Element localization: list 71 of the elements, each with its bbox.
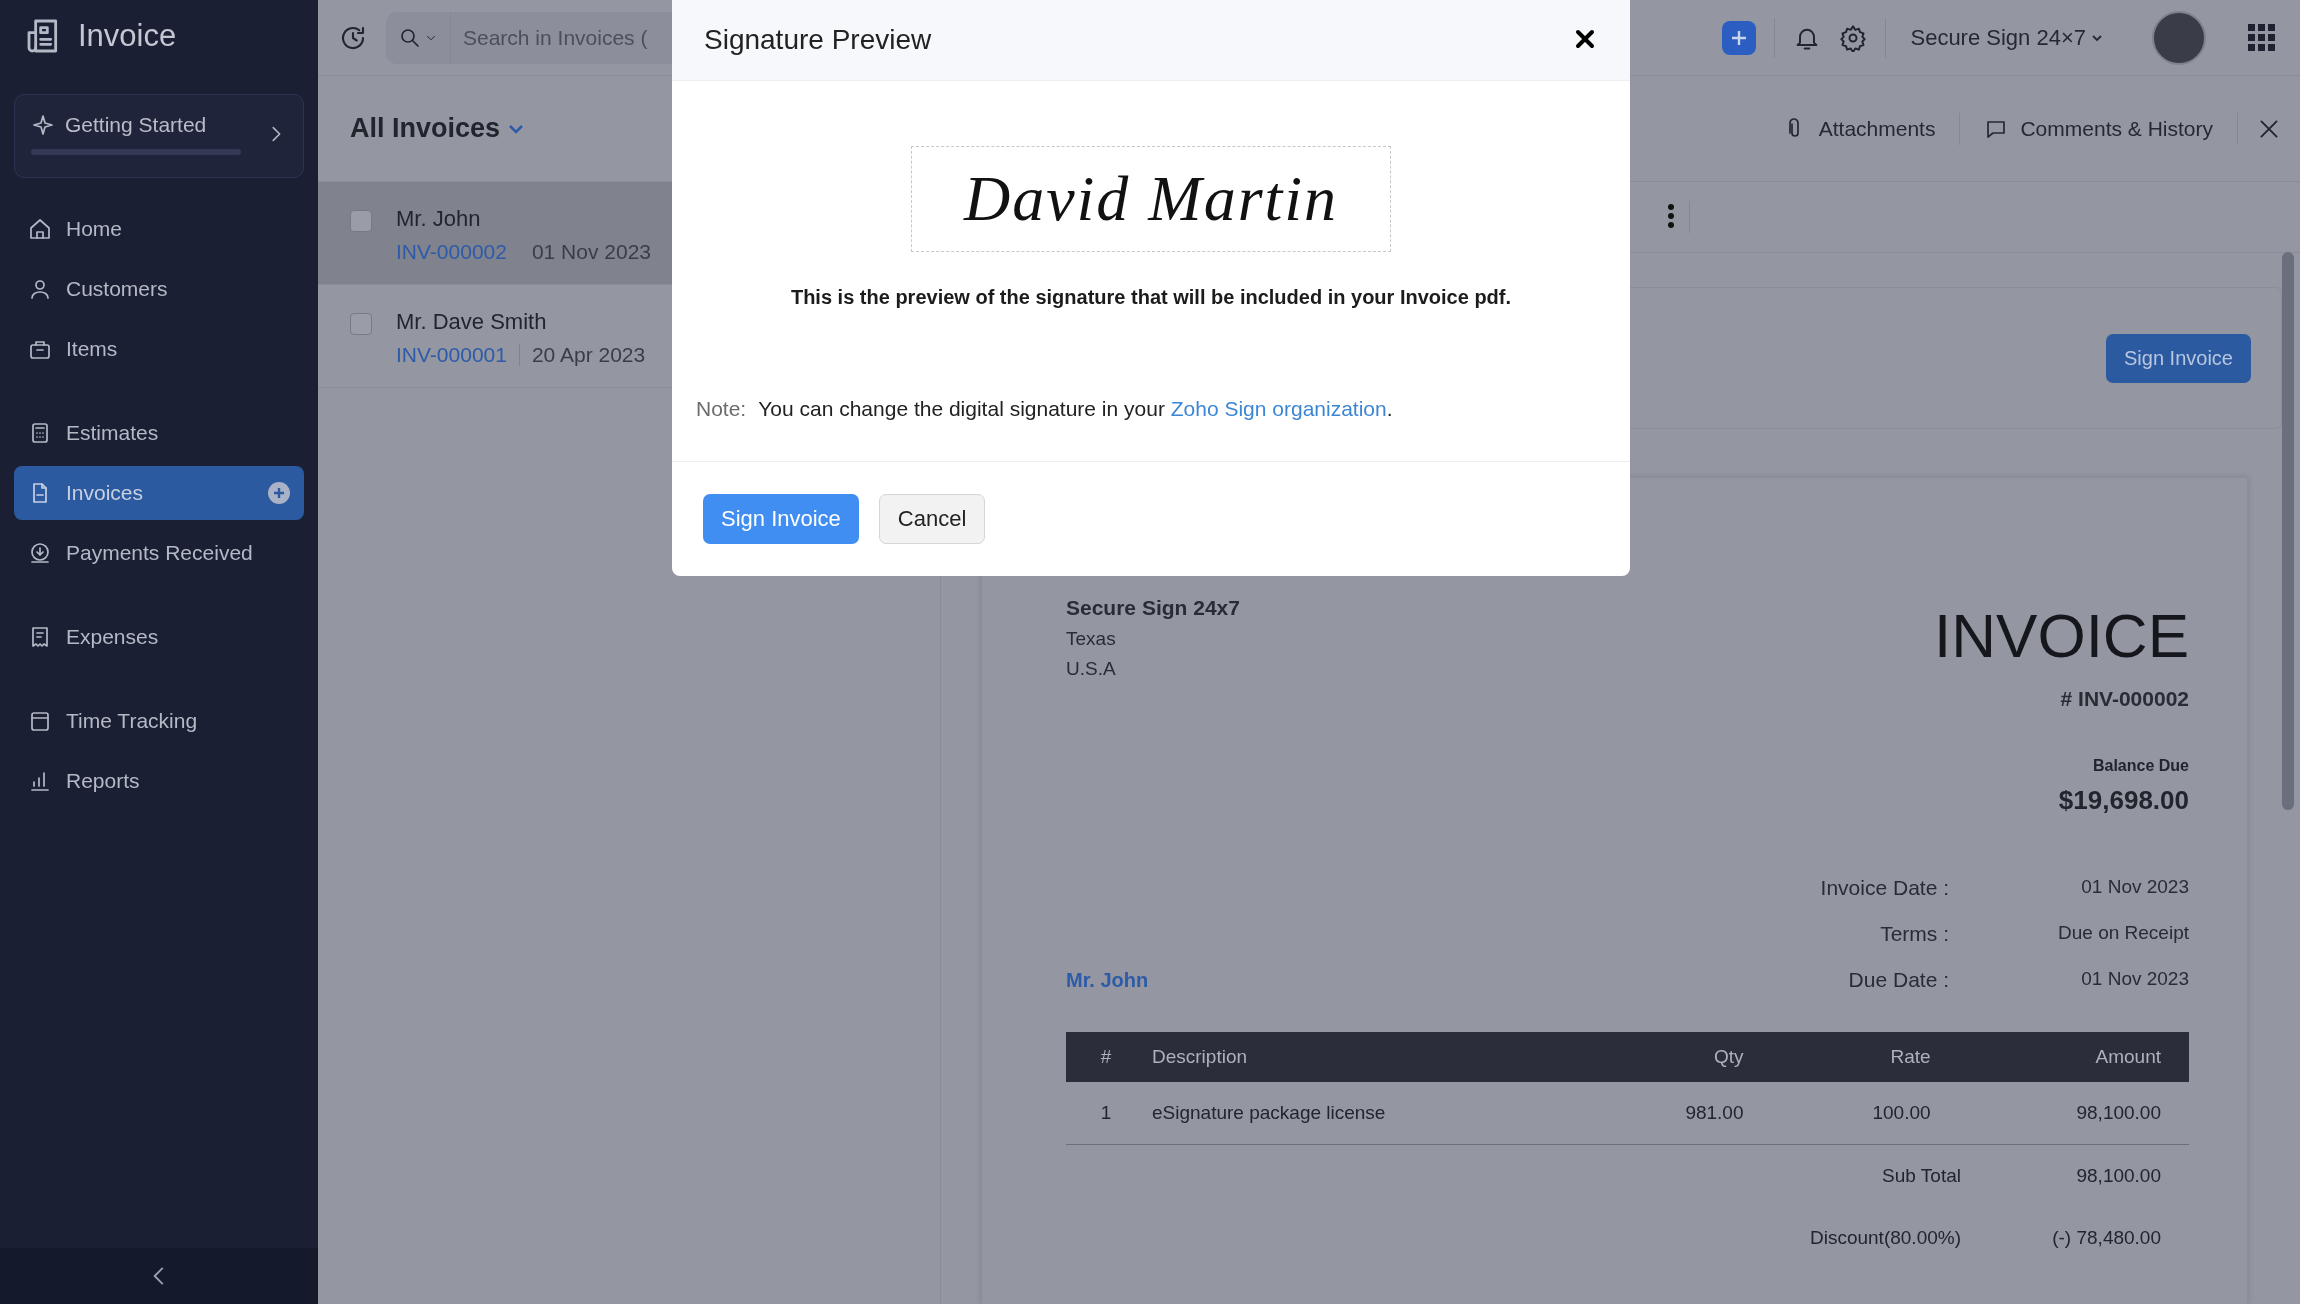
balance-amount: $19,698.00 bbox=[2058, 785, 2189, 816]
field-value: Due on Receipt bbox=[2057, 922, 2189, 945]
note-label: Note: bbox=[696, 397, 747, 421]
total-value: (-) 78,480.00 bbox=[2052, 1227, 2161, 1249]
signature: David Martin bbox=[963, 162, 1339, 236]
checkbox[interactable] bbox=[350, 313, 372, 335]
table-cell: 981.00 bbox=[1584, 1082, 1772, 1145]
total-value: 98,100.00 bbox=[2076, 1165, 2161, 1187]
calendar-icon bbox=[28, 709, 52, 733]
column-header: # bbox=[1066, 1032, 1146, 1082]
bar-chart-icon bbox=[28, 769, 52, 793]
dialog-title: Signature Preview bbox=[704, 24, 932, 56]
company-name: Secure Sign 24x7 bbox=[1066, 596, 1240, 620]
settings-icon bbox=[1839, 23, 1868, 52]
bill-to-name: Mr. John bbox=[1066, 969, 1149, 992]
total-label: Sub Total bbox=[1882, 1165, 1961, 1187]
column-header: Rate bbox=[1771, 1032, 1959, 1082]
customer-name: Mr. John bbox=[396, 206, 482, 232]
table-cell: 1 bbox=[1066, 1082, 1146, 1145]
field-value: 01 Nov 2023 bbox=[2080, 968, 2189, 991]
add-button[interactable] bbox=[1722, 20, 1757, 55]
note-text: You can change the digital signature in your Zoho Sign organization. bbox=[758, 397, 1393, 421]
invoice-number: INV-000001 bbox=[396, 343, 507, 367]
invoice-number: INV-000002 bbox=[396, 240, 507, 264]
home-icon bbox=[28, 217, 52, 241]
balance-label: Balance Due bbox=[2092, 757, 2189, 775]
invoice-date: 01 Nov 2023 bbox=[531, 240, 651, 264]
field-label: Invoice Date : bbox=[1820, 876, 1949, 900]
column-header: Description bbox=[1146, 1032, 1585, 1082]
address-line: U.S.A bbox=[1066, 658, 1117, 680]
total-label: Discount(80.00%) bbox=[1809, 1227, 1961, 1249]
invoice-heading: INVOICE bbox=[1934, 600, 2189, 671]
column-header: Amount bbox=[1958, 1032, 2189, 1082]
address-line: Texas bbox=[1066, 628, 1117, 650]
scrollbar[interactable] bbox=[2282, 252, 2294, 810]
avatar[interactable] bbox=[2152, 10, 2206, 65]
table-cell: eSignature package license bbox=[1146, 1082, 1585, 1145]
sidebar-item[interactable]: Invoices bbox=[14, 466, 304, 520]
download-icon bbox=[28, 541, 52, 565]
field-value: 01 Nov 2023 bbox=[2080, 876, 2189, 899]
sidebar-item[interactable]: Home bbox=[14, 202, 304, 256]
table-cell: 100.00 bbox=[1771, 1082, 1959, 1145]
sign-invoice-button[interactable]: Sign Invoice bbox=[2106, 333, 2251, 383]
field-label: Due Date : bbox=[1847, 968, 1949, 992]
app-grid-icon[interactable] bbox=[2248, 23, 2276, 52]
checkbox[interactable] bbox=[350, 210, 372, 232]
add-icon[interactable] bbox=[268, 482, 290, 504]
app-title: Invoice bbox=[78, 18, 177, 54]
sparkle-icon bbox=[31, 113, 55, 137]
getting-started-label: Getting Started bbox=[65, 113, 207, 137]
view-dropdown[interactable]: All Invoices bbox=[350, 113, 527, 144]
header-link[interactable]: Attachments bbox=[1776, 115, 1942, 142]
invoice-date: 20 Apr 2023 bbox=[531, 343, 646, 367]
table-cell: 98,100.00 bbox=[1958, 1082, 2189, 1145]
field-label: Terms : bbox=[1879, 922, 1949, 946]
column-header: Qty bbox=[1584, 1032, 1772, 1082]
sidebar-item[interactable]: Time Tracking bbox=[14, 694, 304, 748]
customer-name: Mr. Dave Smith bbox=[396, 309, 548, 335]
header-link[interactable]: Comments & History bbox=[1978, 115, 2219, 142]
sidebar-item[interactable]: Customers bbox=[14, 262, 304, 316]
sidebar-item[interactable]: Reports bbox=[14, 754, 304, 808]
sidebar-item[interactable]: Payments Received bbox=[14, 526, 304, 580]
organization-link[interactable]: Zoho Sign organization bbox=[1170, 397, 1387, 420]
sidebar-item[interactable]: Expenses bbox=[14, 610, 304, 664]
person-icon bbox=[28, 277, 52, 301]
getting-started-card[interactable]: Getting Started bbox=[14, 94, 304, 178]
sidebar-item[interactable]: Items bbox=[14, 322, 304, 376]
sidebar-item[interactable]: Estimates bbox=[14, 406, 304, 460]
invoice-number: # INV-000002 bbox=[2060, 687, 2189, 711]
organization-switcher[interactable]: Secure Sign 24×7 bbox=[1904, 23, 2110, 52]
cancel-button[interactable]: Cancel bbox=[878, 494, 986, 544]
